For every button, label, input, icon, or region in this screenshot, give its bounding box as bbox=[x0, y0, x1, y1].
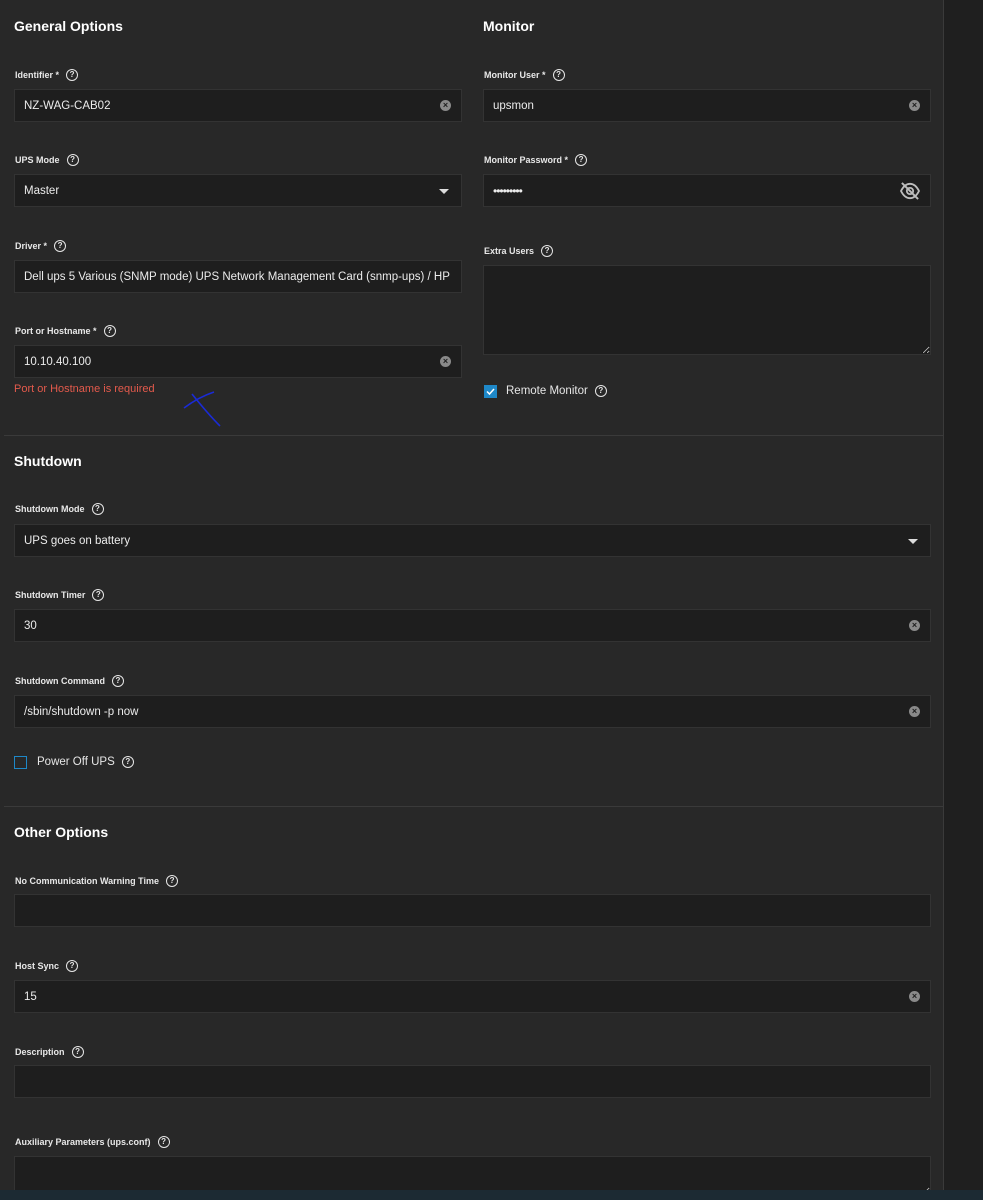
description-label-text: Description bbox=[15, 1047, 65, 1057]
port-input[interactable]: 10.10.40.100 × bbox=[14, 345, 462, 378]
shutdown-mode-label: Shutdown Mode ? bbox=[15, 502, 104, 516]
driver-value: Dell ups 5 Various (SNMP mode) UPS Netwo… bbox=[24, 270, 450, 283]
port-error-message: Port or Hostname is required bbox=[14, 383, 155, 395]
shutdown-timer-label: Shutdown Timer ? bbox=[15, 588, 105, 602]
auxiliary-parameters-label-text: Auxiliary Parameters (ups.conf) bbox=[15, 1137, 151, 1147]
description-input[interactable] bbox=[14, 1065, 931, 1098]
host-sync-label: Host Sync ? bbox=[15, 959, 79, 973]
auxiliary-parameters-label: Auxiliary Parameters (ups.conf) ? bbox=[15, 1135, 170, 1149]
bottom-bar bbox=[0, 1190, 983, 1200]
no-communication-label-text: No Communication Warning Time bbox=[15, 876, 160, 886]
other-options-title: Other Options bbox=[14, 824, 109, 840]
power-off-ups-checkbox[interactable] bbox=[14, 756, 27, 769]
monitor-title: Monitor bbox=[483, 18, 535, 34]
chevron-down-icon bbox=[439, 189, 449, 194]
general-options-title: General Options bbox=[14, 18, 123, 34]
help-icon[interactable]: ? bbox=[103, 325, 116, 337]
monitor-password-label-text: Monitor Password * bbox=[484, 155, 569, 165]
monitor-password-input[interactable]: ••••••••• bbox=[483, 174, 931, 207]
ups-settings-panel: General Options Monitor Identifier * ? N… bbox=[0, 0, 944, 1200]
host-sync-label-text: Host Sync bbox=[15, 961, 60, 971]
help-icon[interactable]: ? bbox=[552, 69, 565, 81]
clear-icon[interactable]: × bbox=[909, 620, 920, 631]
extra-users-label-text: Extra Users bbox=[484, 246, 535, 256]
host-sync-value: 15 bbox=[24, 990, 37, 1003]
check-icon bbox=[486, 388, 495, 396]
clear-icon[interactable]: × bbox=[909, 991, 920, 1002]
clear-icon[interactable]: × bbox=[909, 706, 920, 717]
shutdown-mode-select[interactable]: UPS goes on battery bbox=[14, 524, 931, 557]
port-label: Port or Hostname * ? bbox=[15, 324, 116, 338]
identifier-label: Identifier * ? bbox=[15, 68, 79, 82]
help-icon[interactable]: ? bbox=[541, 245, 554, 257]
clear-icon[interactable]: × bbox=[440, 356, 451, 367]
description-label: Description ? bbox=[15, 1045, 84, 1059]
shutdown-mode-value: UPS goes on battery bbox=[24, 534, 131, 547]
shutdown-mode-label-text: Shutdown Mode bbox=[15, 504, 85, 514]
help-icon[interactable]: ? bbox=[66, 154, 79, 166]
driver-select[interactable]: Dell ups 5 Various (SNMP mode) UPS Netwo… bbox=[14, 260, 462, 293]
ups-mode-label: UPS Mode ? bbox=[15, 153, 79, 167]
extra-users-label: Extra Users ? bbox=[484, 244, 554, 258]
help-icon[interactable]: ? bbox=[92, 589, 105, 601]
help-icon[interactable]: ? bbox=[54, 240, 67, 252]
monitor-user-label-text: Monitor User * bbox=[484, 70, 546, 80]
help-icon[interactable]: ? bbox=[157, 1136, 170, 1148]
shutdown-command-label: Shutdown Command ? bbox=[15, 674, 124, 688]
monitor-password-value: ••••••••• bbox=[493, 183, 523, 198]
section-divider bbox=[4, 806, 943, 807]
help-icon[interactable]: ? bbox=[91, 503, 104, 515]
driver-label-text: Driver * bbox=[15, 241, 48, 251]
remote-monitor-checkbox[interactable] bbox=[484, 385, 497, 398]
section-divider bbox=[4, 435, 943, 436]
annotation-x-mark bbox=[183, 391, 221, 427]
extra-users-textarea[interactable] bbox=[483, 265, 931, 355]
help-icon[interactable]: ? bbox=[66, 69, 79, 81]
shutdown-command-input[interactable]: /sbin/shutdown -p now × bbox=[14, 695, 931, 728]
monitor-user-value: upsmon bbox=[493, 99, 534, 112]
shutdown-command-label-text: Shutdown Command bbox=[15, 676, 105, 686]
clear-icon[interactable]: × bbox=[440, 100, 451, 111]
shutdown-timer-label-text: Shutdown Timer bbox=[15, 590, 86, 600]
no-communication-label: No Communication Warning Time ? bbox=[15, 874, 179, 888]
help-icon[interactable]: ? bbox=[166, 875, 179, 887]
help-icon[interactable]: ? bbox=[594, 385, 607, 397]
help-icon[interactable]: ? bbox=[71, 1046, 84, 1058]
ups-mode-value: Master bbox=[24, 184, 60, 197]
monitor-user-label: Monitor User * ? bbox=[484, 68, 565, 82]
shutdown-timer-input[interactable]: 30 × bbox=[14, 609, 931, 642]
host-sync-input[interactable]: 15 × bbox=[14, 980, 931, 1013]
monitor-user-input[interactable]: upsmon × bbox=[483, 89, 931, 122]
help-icon[interactable]: ? bbox=[575, 154, 588, 166]
chevron-down-icon bbox=[908, 539, 918, 544]
help-icon[interactable]: ? bbox=[112, 675, 124, 687]
remote-monitor-label-text: Remote Monitor bbox=[506, 385, 588, 397]
shutdown-title: Shutdown bbox=[14, 453, 82, 469]
clear-icon[interactable]: × bbox=[909, 100, 920, 111]
driver-label: Driver * ? bbox=[15, 239, 67, 253]
power-off-ups-label: Power Off UPS ? bbox=[37, 754, 134, 770]
shutdown-command-value: /sbin/shutdown -p now bbox=[24, 705, 139, 718]
port-value: 10.10.40.100 bbox=[24, 355, 92, 368]
identifier-input[interactable]: NZ-WAG-CAB02 × bbox=[14, 89, 462, 122]
ups-mode-select[interactable]: Master bbox=[14, 174, 462, 207]
identifier-label-text: Identifier * bbox=[15, 70, 60, 80]
help-icon[interactable]: ? bbox=[66, 960, 79, 972]
visibility-off-icon[interactable] bbox=[899, 182, 921, 200]
help-icon[interactable]: ? bbox=[121, 756, 134, 768]
remote-monitor-label: Remote Monitor ? bbox=[506, 383, 607, 399]
no-communication-input[interactable] bbox=[14, 894, 931, 927]
ups-mode-label-text: UPS Mode bbox=[15, 155, 60, 165]
monitor-password-label: Monitor Password * ? bbox=[484, 153, 588, 167]
shutdown-timer-value: 30 bbox=[24, 619, 37, 632]
port-label-text: Port or Hostname * bbox=[15, 326, 97, 336]
power-off-ups-label-text: Power Off UPS bbox=[37, 756, 115, 768]
identifier-value: NZ-WAG-CAB02 bbox=[24, 99, 111, 112]
page-background-strip bbox=[944, 0, 983, 1200]
